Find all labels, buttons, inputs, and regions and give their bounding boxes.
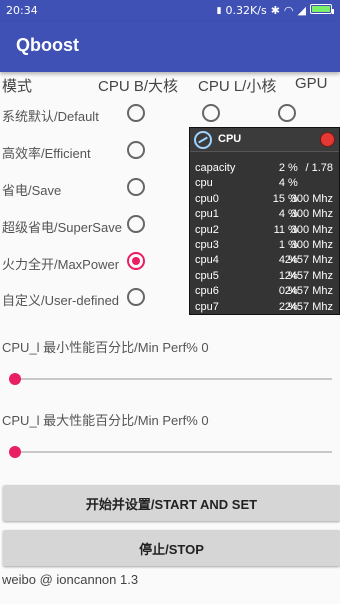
close-icon[interactable] [320, 132, 335, 147]
mode-supersave-radio[interactable] [127, 215, 145, 233]
cpu-overlay-row: capacity 2% / 1.78 [195, 161, 337, 176]
cpu-row-name: capacity [195, 162, 236, 174]
slider-max-label: CPU_l 最大性能百分比/Min Perf% 0 [2, 413, 209, 428]
cpu-overlay-title: CPU [218, 133, 242, 145]
sim-icon: ▮ [216, 5, 222, 16]
app-bar: Qboost [0, 22, 340, 72]
cpu-row-percent: 2 [278, 300, 285, 313]
mode-default-gpu-radio[interactable] [278, 104, 296, 122]
cpu-row-name: cpu1 [195, 208, 219, 221]
slider-min-thumb[interactable] [9, 373, 21, 385]
header-cpu-big: CPU B/大核 [98, 78, 179, 95]
cpu-overlay-row: cpu0 15% 300 Mhz [195, 192, 337, 207]
signal-icon: ◢ [297, 4, 306, 17]
mode-default-cpu-big-radio[interactable] [127, 104, 145, 122]
cpu-row-percent: 1 [278, 269, 285, 282]
stop-button[interactable]: 停止/STOP [3, 530, 340, 566]
cpu-row-percent: 2 [278, 162, 285, 174]
cpu-row-freq: 300 Mhz [290, 223, 333, 236]
cpu-overlay-row: cpu2 11% 300 Mhz [195, 223, 337, 238]
cpu-row-freq: 2457 Mhz [284, 300, 333, 313]
slider-min-track[interactable] [14, 378, 332, 380]
cpu-row-freq: 2457 Mhz [284, 269, 333, 282]
cpu-row-name: cpu6 [195, 285, 219, 298]
cpu-row-name: cpu5 [195, 269, 219, 282]
cpu-overlay-row: cpu3 1% 300 Mhz [195, 238, 337, 253]
cpu-row-percent: 11 [273, 223, 285, 236]
cpu-row-percent: 4 [278, 254, 285, 267]
cpu-monitor-overlay[interactable]: CPU capacity 2%/ 1.78 cpu 4% cpu0 15% 300 Mhz c… [189, 127, 340, 315]
net-speed: 0.32K/s [225, 4, 267, 17]
cpu-row-freq: 300 Mhz [290, 192, 333, 205]
status-bar: 20:34 ▮ 0.32K/s ✱ ◠ ◢ [0, 0, 340, 22]
header-mode: 模式 [2, 78, 33, 95]
status-icons: ▮ 0.32K/s ✱ ◠ ◢ [217, 4, 334, 17]
cpu-row-percent: 0 [278, 285, 285, 298]
app-title: Qboost [16, 35, 79, 55]
cpu-row-freq: 300 Mhz [290, 208, 333, 221]
mode-label-efficient: 高效率/Efficient [2, 146, 91, 161]
cpu-row-freq: 2457 Mhz [284, 285, 333, 298]
mode-label-userdefined: 自定义/User-defined [2, 293, 120, 308]
slider-min-label: CPU_l 最小性能百分比/Min Perf% 0 [2, 340, 209, 355]
cpu-overlay-row: cpu5 1% 2457 Mhz [195, 269, 337, 284]
cpu-row-percent: 15 [272, 192, 285, 205]
bluetooth-icon: ✱ [270, 4, 280, 17]
cpu-row-name: cpu7 [195, 300, 219, 313]
cpu-overlay-row: cpu 4% [195, 176, 337, 191]
gauge-icon [194, 131, 212, 149]
cpu-overlay-row: cpu4 4% 2457 Mhz [195, 253, 337, 268]
cpu-row-percent: 4 [278, 177, 285, 190]
cpu-overlay-row: cpu1 4% 300 Mhz [195, 207, 337, 222]
cpu-row-name: cpu4 [195, 254, 219, 267]
cpu-row-percent: 1 [278, 239, 285, 251]
battery-icon [310, 4, 334, 17]
header-cpu-little: CPU L/小核 [198, 78, 277, 95]
cpu-row-name: cpu3 [195, 239, 219, 251]
footer-credit: weibo @ ioncannon 1.3 [2, 572, 139, 587]
mode-label-default: 系统默认/Default [2, 109, 99, 124]
cpu-overlay-header[interactable]: CPU [190, 128, 339, 152]
cpu-overlay-row: cpu6 0% 2457 Mhz [195, 284, 337, 299]
cpu-row-unit: % [288, 162, 298, 174]
cpu-overlay-row: cpu7 2% 2457 Mhz [195, 300, 337, 315]
status-time: 20:34 [6, 4, 38, 17]
mode-label-supersave: 超级省电/SuperSave [2, 220, 122, 235]
cpu-row-freq: 300 Mhz [290, 239, 333, 251]
start-and-set-button[interactable]: 开始并设置/START AND SET [3, 485, 340, 521]
slider-max-track[interactable] [14, 451, 332, 453]
cpu-row-unit: % [288, 177, 298, 190]
mode-default-cpu-little-radio[interactable] [202, 104, 220, 122]
mode-userdefined-radio[interactable] [127, 288, 145, 306]
cpu-row-name: cpu2 [195, 223, 219, 236]
mode-label-maxpower: 火力全开/MaxPower [2, 257, 120, 272]
mode-efficient-radio[interactable] [127, 141, 145, 159]
cpu-row-name: cpu [195, 177, 213, 190]
cpu-row-name: cpu0 [195, 192, 219, 205]
slider-max-thumb[interactable] [9, 446, 21, 458]
mode-save-radio[interactable] [127, 178, 145, 196]
mode-maxpower-radio[interactable] [127, 252, 145, 270]
cpu-row-percent: 4 [278, 208, 285, 221]
mode-label-save: 省电/Save [2, 183, 62, 198]
wifi-icon: ◠ [283, 4, 294, 17]
header-gpu: GPU [295, 75, 328, 92]
cpu-row-freq: 2457 Mhz [284, 254, 333, 267]
cpu-row-freq: / 1.78 [305, 162, 333, 174]
